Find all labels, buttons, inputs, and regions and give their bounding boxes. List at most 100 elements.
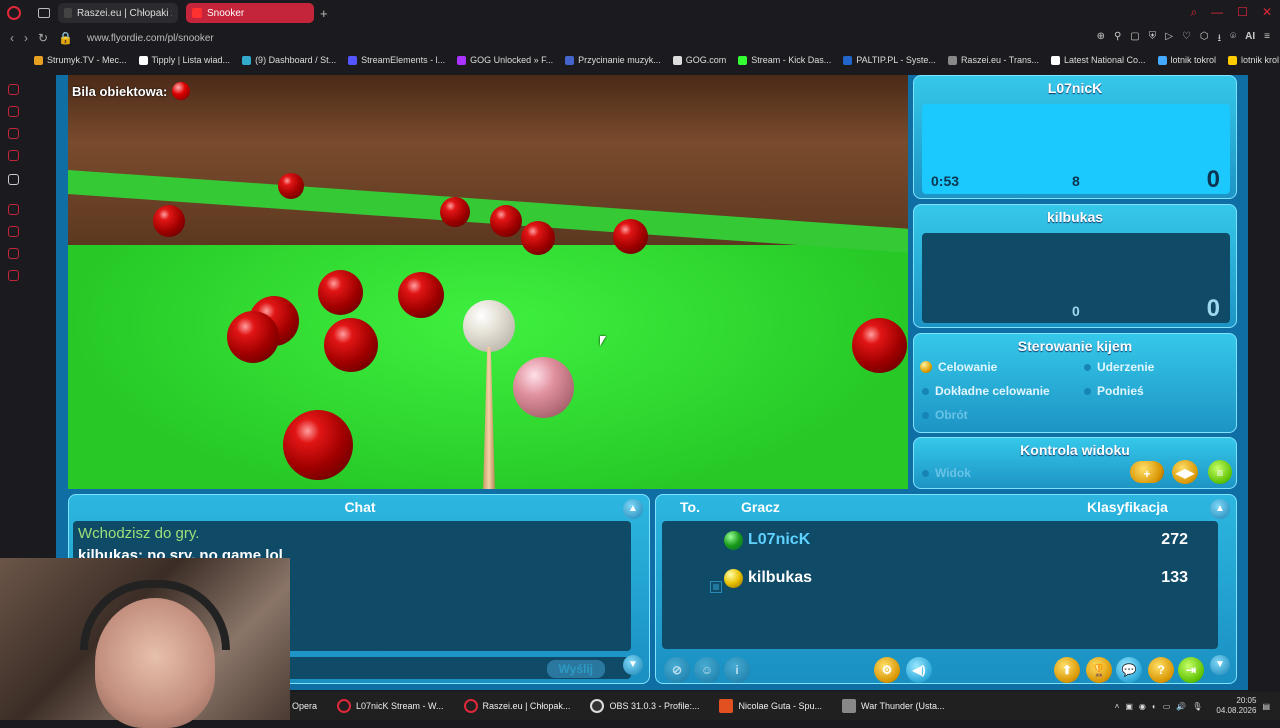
sidebar-aria-icon[interactable]: [8, 84, 19, 95]
bookmark-item[interactable]: (9) Dashboard / St...: [242, 55, 336, 65]
reload-icon[interactable]: ↻: [38, 31, 48, 45]
taskbar-item[interactable]: Opera: [290, 701, 319, 711]
tray-app-icon[interactable]: ◐: [1152, 702, 1157, 711]
option-strike[interactable]: Uderzenie: [1084, 360, 1154, 374]
new-tab-icon[interactable]: +: [320, 6, 328, 21]
tab-overview-icon[interactable]: [38, 8, 50, 18]
cue-control-title: Sterowanie kijem: [1017, 338, 1133, 354]
upload-icon[interactable]: ⬆: [1054, 657, 1080, 683]
snooker-table-view[interactable]: Bila obiektowa:: [68, 75, 908, 489]
taskbar-item[interactable]: War Thunder (Usta...: [840, 699, 947, 713]
bookmark-item[interactable]: Latest National Co...: [1050, 55, 1146, 65]
red-ball: [227, 311, 279, 363]
player-ball-yellow-icon: [724, 568, 743, 588]
players-collapse-icon[interactable]: ▲: [1210, 499, 1230, 519]
zoom-view-icon[interactable]: +: [1130, 461, 1164, 483]
option-precise-aim[interactable]: Dokładne celowanie: [922, 384, 1050, 398]
notifications-icon[interactable]: ▤: [1262, 702, 1270, 711]
taskbar-item[interactable]: Nicolae Guta - Spu...: [717, 699, 824, 713]
download-icon[interactable]: ⭳: [1218, 31, 1222, 48]
option-rotate[interactable]: Obrót: [922, 408, 968, 422]
chat-send-button[interactable]: Wyślij: [546, 660, 605, 678]
opera-icon: [337, 699, 352, 713]
chat-scroll-down-icon[interactable]: ▼: [623, 655, 643, 675]
option-view[interactable]: Widok: [922, 466, 971, 480]
player-name: kilbukas: [748, 569, 813, 586]
red-ball: [324, 318, 378, 372]
settings-gear-icon[interactable]: ⚙: [874, 657, 900, 683]
shield-icon[interactable]: ⛨: [1149, 31, 1157, 48]
extensions-icon[interactable]: ⬡: [1200, 31, 1209, 48]
sidebar-instagram-icon[interactable]: [8, 150, 19, 161]
opera-icon: [463, 699, 478, 713]
rotate-view-icon[interactable]: ◀▶: [1172, 460, 1198, 484]
zoom-icon[interactable]: ⊕: [1097, 31, 1105, 48]
taskbar-item[interactable]: L07nicK Stream - W...: [335, 699, 446, 713]
snapshot-icon[interactable]: ▢: [1130, 31, 1139, 48]
close-icon[interactable]: ✕: [1262, 5, 1272, 20]
pin-icon[interactable]: ⚲: [1114, 31, 1121, 48]
option-aim[interactable]: Celowanie: [920, 360, 997, 374]
tab-label: Raszei.eu | Chłopaki z Ras: [76, 7, 172, 19]
sidebar-whatsapp-icon[interactable]: [8, 128, 19, 139]
sidebar-pinboard-icon[interactable]: [8, 248, 19, 259]
maximize-icon[interactable]: ☐: [1237, 5, 1248, 20]
bookmark-item[interactable]: GOG Unlocked » F...: [457, 55, 553, 65]
player-rating: 133: [1161, 569, 1188, 586]
sidebar-x-icon[interactable]: [8, 174, 19, 185]
help-icon[interactable]: ?: [1148, 657, 1174, 683]
search-tabs-icon[interactable]: ⌕: [1190, 5, 1197, 20]
bookmark-icon[interactable]: ♡: [1182, 31, 1191, 48]
bookmark-item[interactable]: PALTIP.PL - Syste...: [843, 55, 936, 65]
windows-taskbar: Opera L07nicK Stream - W... Raszei.eu | …: [290, 692, 1280, 720]
player-row[interactable]: L07nicK 272: [662, 525, 1218, 555]
bookmark-item[interactable]: StreamElements - l...: [348, 55, 445, 65]
option-raise[interactable]: Podnieś: [1084, 384, 1144, 398]
bookmark-item[interactable]: Tipply | Lista wiad...: [138, 55, 230, 65]
network-icon[interactable]: ▭: [1163, 702, 1171, 711]
sidebar-history-icon[interactable]: [8, 226, 19, 237]
taskbar-clock[interactable]: 20:05 04.08.2026: [1216, 696, 1256, 716]
sidebar-player-icon[interactable]: [8, 204, 19, 215]
trophy-icon[interactable]: 🏆: [1086, 657, 1112, 683]
volume-icon[interactable]: 🔊: [1176, 702, 1186, 711]
sidebar-settings-icon[interactable]: [8, 270, 19, 281]
sound-icon[interactable]: ◀): [906, 657, 932, 683]
url-field[interactable]: www.flyordie.com/pl/snooker: [87, 33, 214, 44]
forward-icon[interactable]: ›: [24, 31, 28, 45]
col-header-to: To.: [680, 499, 700, 515]
top-view-icon[interactable]: ≡: [1208, 460, 1232, 484]
bookmark-item[interactable]: Stream - Kick Das...: [738, 55, 831, 65]
bookmark-item[interactable]: Strumyk.TV - Mec...: [34, 55, 127, 65]
tab-raszei[interactable]: Raszei.eu | Chłopaki z Ras: [58, 3, 178, 23]
tray-app-icon[interactable]: ◉: [1139, 702, 1146, 711]
back-icon[interactable]: ‹: [10, 31, 14, 45]
bookmark-item[interactable]: lotnik krol: [1228, 55, 1279, 65]
ai-button[interactable]: AI: [1245, 31, 1255, 48]
radio-selected-icon: [920, 361, 932, 373]
menu-icon[interactable]: ≡: [1264, 31, 1270, 48]
tray-app-icon[interactable]: ▣: [1125, 702, 1133, 711]
camera-icon[interactable]: ⌾: [1230, 31, 1236, 48]
exit-icon[interactable]: ⇥: [1178, 657, 1204, 683]
bookmark-item[interactable]: lotnik tokrol: [1157, 55, 1216, 65]
taskbar-item[interactable]: OBS 31.0.3 - Profile:...: [588, 699, 701, 713]
chat-collapse-icon[interactable]: ▲: [623, 499, 643, 519]
players-scroll-down-icon[interactable]: ▼: [1210, 655, 1230, 675]
window-controls: ⌕ — ☐ ✕: [1190, 5, 1272, 20]
opera-logo-icon[interactable]: [7, 6, 21, 20]
bookmark-item[interactable]: Raszei.eu - Trans...: [947, 55, 1039, 65]
play-icon[interactable]: ▷: [1165, 31, 1173, 48]
sidebar-messenger-icon[interactable]: [8, 106, 19, 117]
tab-snooker[interactable]: Snooker: [186, 3, 314, 23]
taskbar-item[interactable]: Raszei.eu | Chłopak...: [462, 699, 573, 713]
mic-icon[interactable]: 🎙: [1192, 702, 1202, 711]
red-ball: [318, 270, 363, 315]
chat-title: Chat: [344, 499, 376, 515]
minimize-icon[interactable]: —: [1211, 5, 1223, 20]
bookmark-item[interactable]: Przycinanie muzyk...: [565, 55, 661, 65]
bookmark-item[interactable]: GOG.com: [672, 55, 726, 65]
tray-chevron-icon[interactable]: ˄: [1115, 702, 1120, 711]
chat-bubbles-icon[interactable]: 💬: [1116, 657, 1142, 683]
player-row[interactable]: kilbukas 133: [662, 563, 1218, 593]
